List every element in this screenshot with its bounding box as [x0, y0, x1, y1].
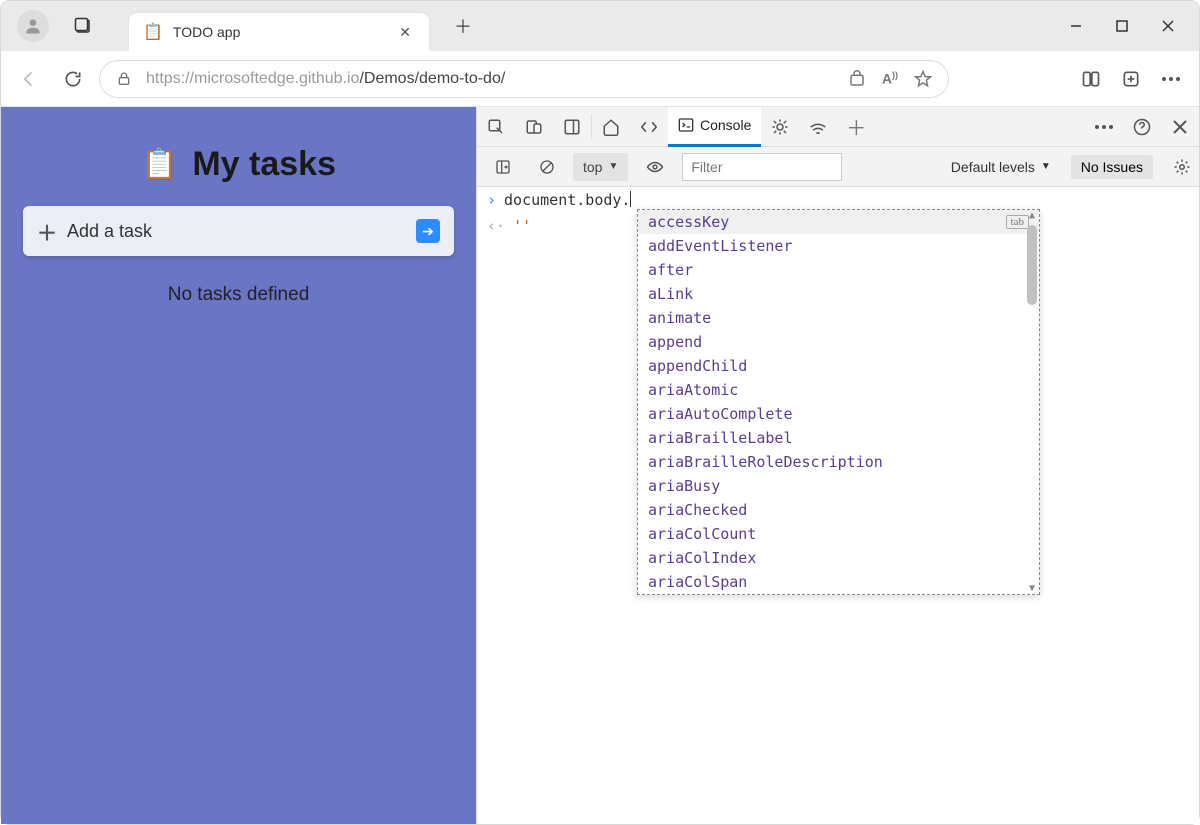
browser-tab[interactable]: 📋 TODO app ✕ [129, 13, 429, 51]
console-body[interactable]: › document.body. ‹· '' accessKeytabaddEv… [477, 187, 1199, 824]
autocomplete-popup[interactable]: accessKeytabaddEventListenerafteraLinkan… [637, 209, 1040, 595]
minimize-button[interactable] [1053, 10, 1099, 42]
autocomplete-item[interactable]: ariaAtomic [638, 378, 1039, 402]
console-sidebar-toggle[interactable] [485, 153, 521, 181]
devtools-help-button[interactable] [1123, 107, 1161, 147]
autocomplete-scrollbar[interactable]: ▲ ▼ [1025, 210, 1039, 594]
autocomplete-item[interactable]: ariaBusy [638, 474, 1039, 498]
shopping-icon[interactable] [848, 70, 866, 88]
add-task-submit[interactable]: ➔ [416, 219, 440, 243]
add-task-input[interactable]: ＋ Add a task ➔ [23, 206, 454, 256]
devtools-more-button[interactable] [1085, 107, 1123, 147]
devtools-close-button[interactable] [1161, 107, 1199, 147]
output-chevron-icon: ‹· [487, 217, 505, 235]
console-output-text: '' [513, 217, 531, 235]
live-expression-button[interactable] [636, 153, 674, 181]
address-bar[interactable]: https://microsoftedge.github.io/Demos/de… [99, 60, 949, 98]
device-toggle-button[interactable] [515, 107, 553, 147]
workspaces-button[interactable] [67, 10, 99, 42]
autocomplete-item[interactable]: addEventListener [638, 234, 1039, 258]
new-tab-button[interactable]: ＋ [447, 10, 479, 42]
autocomplete-item[interactable]: append [638, 330, 1039, 354]
read-aloud-icon[interactable]: A)) [882, 70, 898, 88]
dock-button[interactable] [553, 107, 591, 147]
console-filter-input[interactable] [682, 153, 842, 181]
autocomplete-item[interactable]: aLink [638, 282, 1039, 306]
url-text: https://microsoftedge.github.io/Demos/de… [146, 70, 505, 88]
maximize-button[interactable] [1099, 10, 1145, 42]
network-tab[interactable] [799, 107, 837, 147]
autocomplete-item[interactable]: animate [638, 306, 1039, 330]
devtools-panel: Console ＋ top ▼ Default levels ▼ No Issu… [476, 107, 1199, 824]
split-screen-button[interactable] [1073, 61, 1109, 97]
autocomplete-item[interactable]: ariaBrailleRoleDescription [638, 450, 1039, 474]
autocomplete-item[interactable]: ariaColCount [638, 522, 1039, 546]
elements-tab[interactable] [630, 107, 668, 147]
autocomplete-item[interactable]: ariaColSpan [638, 570, 1039, 594]
tab-title: TODO app [173, 24, 395, 40]
page-title-text: My tasks [192, 145, 336, 184]
window-controls [1053, 10, 1191, 42]
tab-favicon: 📋 [143, 22, 163, 42]
profile-avatar[interactable] [17, 10, 49, 42]
log-levels-selector[interactable]: Default levels ▼ [951, 159, 1051, 175]
more-button[interactable] [1153, 61, 1189, 97]
plus-icon: ＋ [37, 217, 57, 246]
clear-console-button[interactable] [529, 153, 565, 181]
console-toolbar: top ▼ Default levels ▼ No Issues [477, 147, 1199, 187]
autocomplete-item[interactable]: after [638, 258, 1039, 282]
page-heading: 📋 My tasks [11, 117, 466, 206]
autocomplete-item[interactable]: appendChild [638, 354, 1039, 378]
console-tab[interactable]: Console [668, 107, 761, 147]
sources-tab[interactable] [761, 107, 799, 147]
console-settings-button[interactable] [1173, 158, 1191, 176]
autocomplete-item[interactable]: ariaChecked [638, 498, 1039, 522]
clipboard-icon: 📋 [141, 147, 178, 182]
inspect-button[interactable] [477, 107, 515, 147]
console-input-text: document.body. [504, 191, 630, 209]
refresh-button[interactable] [55, 61, 91, 97]
todo-app-page: 📋 My tasks ＋ Add a task ➔ No tasks defin… [1, 107, 476, 824]
autocomplete-item[interactable]: accessKeytab [638, 210, 1039, 234]
context-selector[interactable]: top ▼ [573, 153, 628, 181]
autocomplete-item[interactable]: ariaColIndex [638, 546, 1039, 570]
browser-titlebar: 📋 TODO app ✕ ＋ [1, 1, 1199, 51]
browser-toolbar: https://microsoftedge.github.io/Demos/de… [1, 51, 1199, 107]
collections-button[interactable] [1113, 61, 1149, 97]
tab-close-button[interactable]: ✕ [395, 20, 415, 45]
autocomplete-item[interactable]: ariaBrailleLabel [638, 426, 1039, 450]
issues-button[interactable]: No Issues [1071, 155, 1153, 179]
welcome-tab[interactable] [592, 107, 630, 147]
empty-state-text: No tasks defined [11, 284, 466, 306]
site-info-icon[interactable] [116, 70, 132, 88]
devtools-tabbar: Console ＋ [477, 107, 1199, 147]
favorite-icon[interactable] [914, 70, 932, 88]
input-chevron-icon: › [487, 191, 496, 209]
autocomplete-item[interactable]: ariaAutoComplete [638, 402, 1039, 426]
back-button[interactable] [11, 61, 47, 97]
close-window-button[interactable] [1145, 10, 1191, 42]
content-area: 📋 My tasks ＋ Add a task ➔ No tasks defin… [1, 107, 1199, 824]
console-tab-label: Console [700, 117, 751, 133]
more-tabs-button[interactable]: ＋ [837, 107, 875, 147]
add-task-placeholder: Add a task [67, 221, 416, 242]
